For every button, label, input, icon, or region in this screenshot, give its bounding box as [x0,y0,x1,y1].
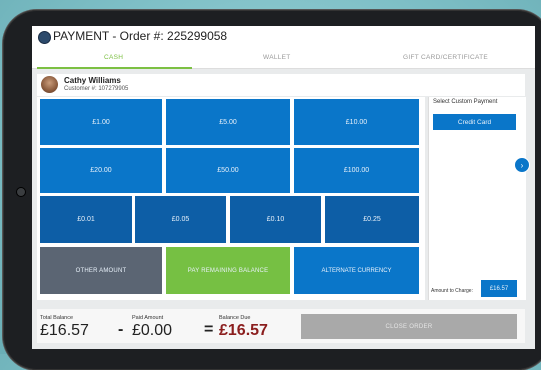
tablet-frame: PAYMENT - Order #: 225299058 CASH WALLET… [3,10,541,370]
payment-summary: Total Balance £16.57 - Paid Amount £0.00… [37,309,525,343]
amount-0-01-button[interactable]: £0.01 [40,196,132,243]
tab-wallet[interactable]: WALLET [263,54,291,61]
tab-cash[interactable]: CASH [104,54,123,61]
chevron-right-icon[interactable]: › [514,157,530,173]
customer-number: Customer #: 107279905 [64,86,129,92]
amount-0-25-button[interactable]: £0.25 [325,196,419,243]
customer-name: Cathy Williams [64,76,121,85]
custom-payment-title: Select Custom Payment [433,99,498,105]
paid-amount-label: Paid Amount [132,315,164,321]
payment-tabs: CASH WALLET GIFT CARD/CERTIFICATE [32,52,535,69]
custom-payment-panel: Select Custom Payment Credit Card Amount… [428,97,526,300]
other-amount-button[interactable]: OTHER AMOUNT [40,247,162,294]
total-balance-label: Total Balance [40,315,74,321]
pay-remaining-balance-button[interactable]: PAY REMAINING BALANCE [166,247,290,294]
amount-1-00-button[interactable]: £1.00 [40,99,162,145]
total-balance-value: £16.57 [40,322,89,339]
alternate-currency-button[interactable]: ALTERNATE CURRENCY [294,247,419,294]
avatar [41,76,58,93]
equals-sign: = [204,321,214,338]
amount-10-00-button[interactable]: £10.00 [294,99,419,145]
credit-card-button[interactable]: Credit Card [433,114,516,130]
active-tab-indicator [37,67,192,69]
tab-gift-card[interactable]: GIFT CARD/CERTIFICATE [403,54,488,61]
paid-amount-value: £0.00 [132,322,173,339]
amount-0-05-button[interactable]: £0.05 [135,196,226,243]
customer-info: Cathy Williams Customer #: 107279905 [37,74,525,96]
title-bar: PAYMENT - Order #: 225299058 [32,26,535,52]
amount-20-00-button[interactable]: £20.00 [40,148,162,193]
balance-due-value: £16.57 [219,322,268,339]
amount-50-00-button[interactable]: £50.00 [166,148,290,193]
minus-sign: - [118,321,124,338]
amount-100-00-button[interactable]: £100.00 [294,148,419,193]
balance-due-label: Balance Due [219,315,251,321]
amount-to-charge-button[interactable]: £16.57 [481,280,517,297]
amount-0-10-button[interactable]: £0.10 [230,196,321,243]
amount-5-00-button[interactable]: £5.00 [166,99,290,145]
cash-amount-grid: £1.00 £5.00 £10.00 £20.00 £50.00 £100.00… [37,97,425,300]
pos-screen: PAYMENT - Order #: 225299058 CASH WALLET… [32,26,535,349]
close-order-button[interactable]: CLOSE ORDER [301,314,517,339]
amount-to-charge-label: Amount to Charge: [431,288,473,294]
app-icon [38,31,51,44]
page-title: PAYMENT - Order #: 225299058 [53,29,228,43]
tablet-camera [16,187,26,197]
